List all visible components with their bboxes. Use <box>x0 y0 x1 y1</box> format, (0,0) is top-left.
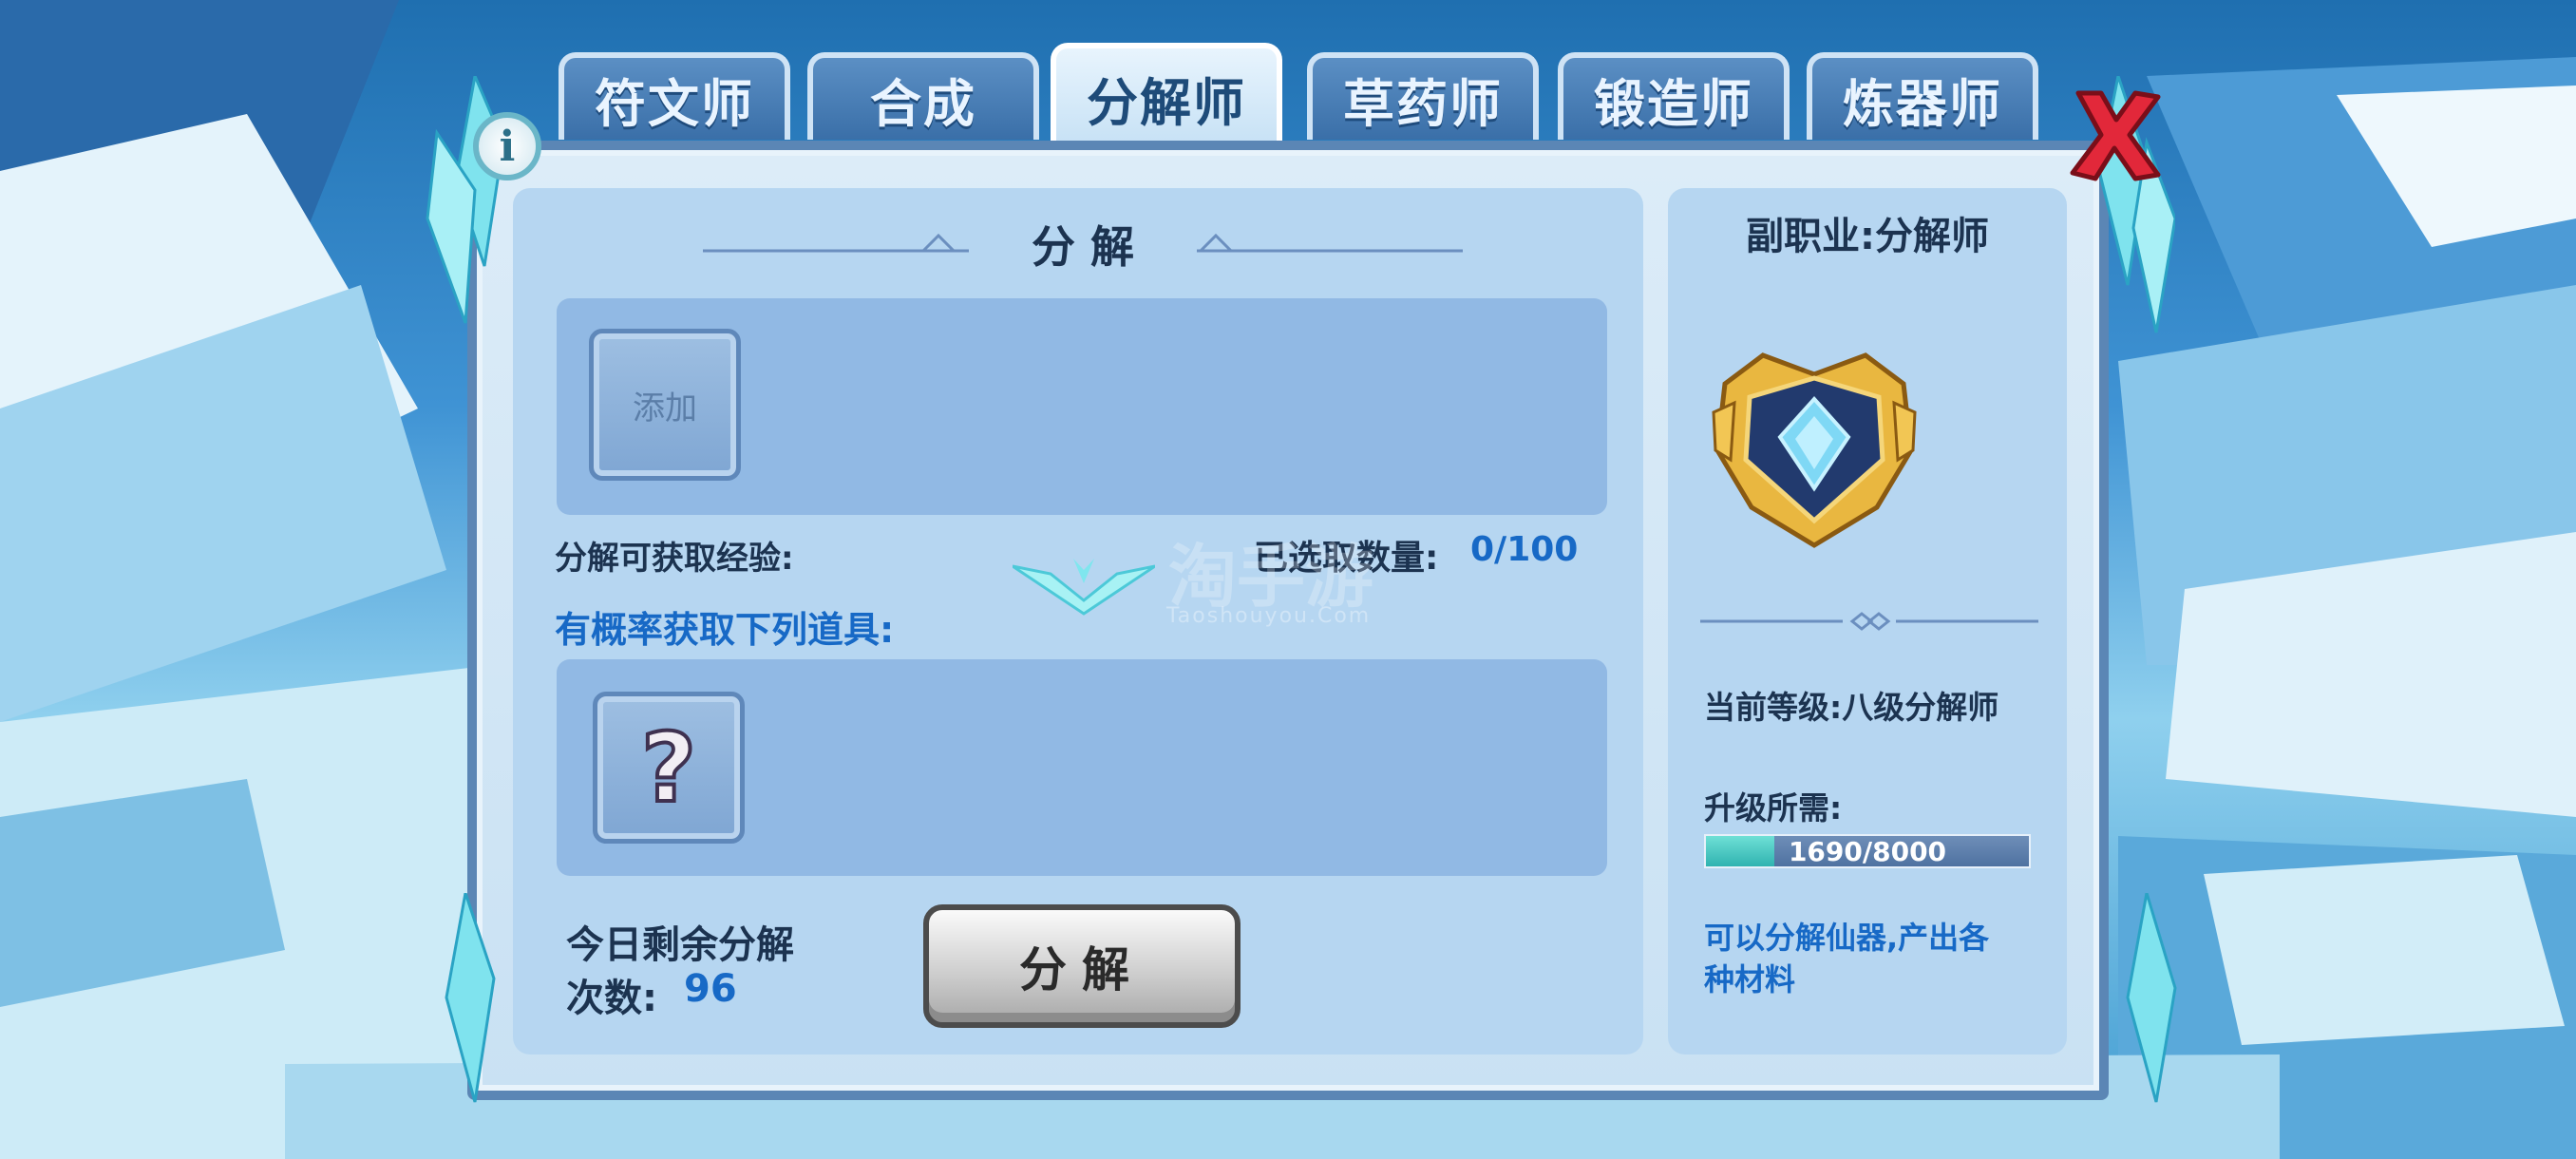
unknown-item-slot[interactable]: ? <box>593 692 745 844</box>
exp-progress-text: 1690/8000 <box>1788 835 1947 867</box>
close-button[interactable] <box>2063 84 2166 186</box>
gold-crest-emblem-icon <box>1712 352 1917 548</box>
tab-runesmith[interactable]: 符文师 <box>559 52 790 140</box>
divider <box>1700 612 2038 631</box>
tab-decomposer[interactable]: 分解师 <box>1051 43 1282 147</box>
info-icon: i <box>499 122 516 171</box>
remaining-label-2: 次数: <box>566 977 657 1020</box>
decompose-button[interactable]: 分解 <box>923 904 1241 1028</box>
section-title: 分 解 <box>1031 221 1134 273</box>
question-mark-icon: ? <box>639 711 698 826</box>
ice-crystal-decoration <box>2126 893 2177 1103</box>
add-slot-label: 添加 <box>633 389 697 428</box>
tab-herbalist[interactable]: 草药师 <box>1307 52 1539 140</box>
selected-count-value: 0/100 <box>1470 530 1579 569</box>
tab-artificer[interactable]: 炼器师 <box>1807 52 2038 140</box>
exp-progress-bar: 1690/8000 <box>1704 834 2031 868</box>
info-button[interactable]: i <box>473 112 541 180</box>
remaining-value: 96 <box>684 967 737 1011</box>
profession-description-2: 种材料 <box>1704 961 1796 998</box>
profession-description: 可以分解仙器,产出各 <box>1704 920 1990 956</box>
upgrade-label: 升级所需: <box>1704 789 1843 826</box>
tab-synthesis[interactable]: 合成 <box>807 52 1039 140</box>
current-level: 当前等级:八级分解师 <box>1704 689 1999 726</box>
watermark-url: Taoshouyou.Com <box>1166 604 1372 628</box>
close-icon <box>2070 90 2161 181</box>
remaining-label: 今日剩余分解 <box>566 923 794 967</box>
drops-title: 有概率获取下列道具: <box>555 609 895 651</box>
tab-blacksmith[interactable]: 锻造师 <box>1558 52 1790 140</box>
exp-label: 分解可获取经验: <box>555 540 794 578</box>
profession-title: 副职业:分解师 <box>1746 215 1989 258</box>
chevron-ornament-icon <box>1013 559 1155 616</box>
add-item-slot[interactable]: 添加 <box>589 329 741 481</box>
